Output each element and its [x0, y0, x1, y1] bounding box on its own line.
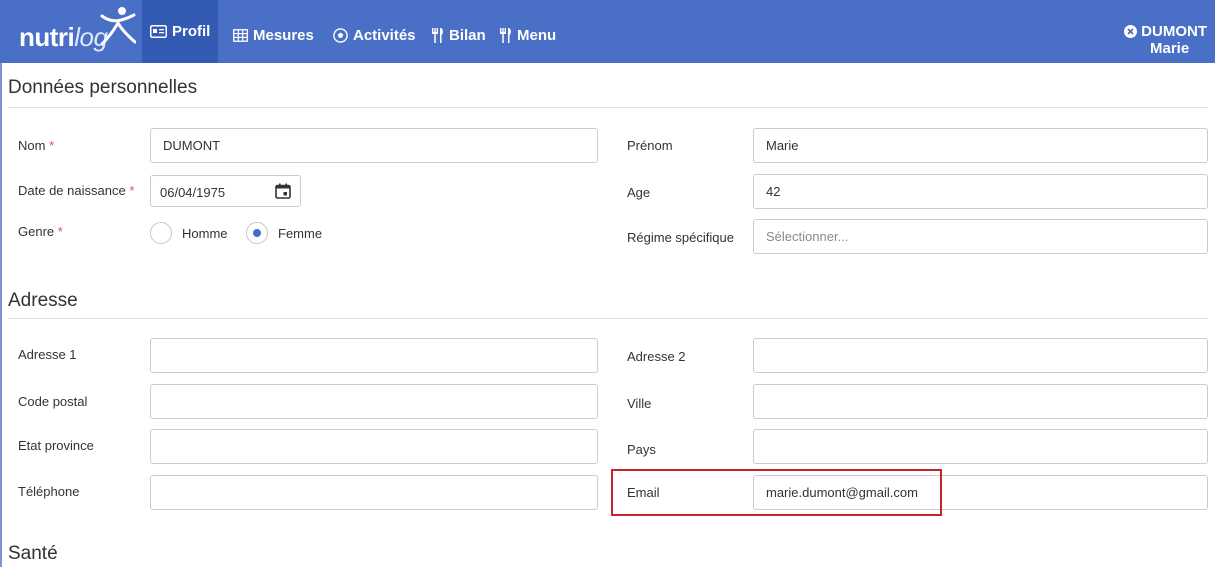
etat-province-label: Etat province [18, 438, 94, 453]
nom-label-text: Nom [18, 138, 46, 153]
user-last-name: DUMONT [1141, 23, 1207, 40]
nom-label: Nom * [18, 138, 54, 153]
required-mark: * [57, 224, 63, 239]
required-mark: * [129, 183, 135, 198]
age-input[interactable] [753, 174, 1208, 209]
section-divider [8, 318, 1208, 319]
date-naissance-value: 06/04/1975 [160, 185, 226, 200]
nav-tab-activites[interactable]: Activités [333, 25, 416, 45]
id-card-icon [150, 25, 167, 38]
nav-tab-menu[interactable]: Menu [499, 25, 556, 45]
code-postal-input[interactable] [150, 384, 598, 419]
radio-femme-circle[interactable] [246, 222, 268, 244]
top-navbar: nutrilog Profil Mesures Activités Bilan [0, 0, 1215, 63]
radio-homme-circle[interactable] [150, 222, 172, 244]
radio-homme-label: Homme [182, 225, 228, 241]
close-circle-icon[interactable] [1124, 25, 1138, 38]
ville-input[interactable] [753, 384, 1208, 419]
user-first-name: Marie [1150, 40, 1190, 57]
telephone-label: Téléphone [18, 484, 80, 499]
section-title-health: Santé [8, 543, 58, 564]
regime-select[interactable] [753, 219, 1208, 254]
cutlery-icon [431, 27, 444, 43]
nav-tab-label: Profil [172, 23, 211, 40]
nav-tab-label: Activités [353, 26, 416, 44]
genre-label: Genre * [18, 224, 63, 239]
nav-tab-label: Menu [517, 26, 557, 44]
nom-input[interactable] [150, 128, 598, 163]
prenom-label: Prénom [627, 138, 673, 153]
pays-input[interactable] [753, 429, 1208, 464]
section-title-address: Adresse [8, 290, 78, 311]
radio-homme[interactable]: Homme [150, 222, 228, 244]
radio-femme[interactable]: Femme [246, 222, 322, 244]
adresse2-input[interactable] [753, 338, 1208, 373]
etat-province-input[interactable] [150, 429, 598, 464]
cutlery-icon [499, 27, 512, 43]
section-divider [8, 107, 1208, 108]
logo-main-text: nutri [19, 22, 75, 52]
radio-femme-label: Femme [278, 225, 323, 241]
page-left-border [0, 63, 2, 567]
date-naissance-label-text: Date de naissance [18, 183, 126, 198]
required-mark: * [49, 138, 55, 153]
nav-tab-mesures[interactable]: Mesures [233, 25, 314, 45]
adresse1-input[interactable] [150, 338, 598, 373]
soccer-ball-icon [333, 27, 348, 43]
nav-tab-label: Mesures [253, 26, 314, 44]
nav-tab-bilan[interactable]: Bilan [431, 25, 486, 45]
email-highlight-box [611, 469, 942, 516]
user-menu[interactable]: DUMONT Marie [1117, 23, 1207, 57]
nav-tab-profil[interactable]: Profil [142, 0, 219, 63]
logo-text: nutrilog [19, 22, 108, 53]
prenom-input[interactable] [753, 128, 1208, 163]
ville-label: Ville [627, 396, 652, 411]
code-postal-label: Code postal [18, 394, 88, 409]
genre-label-text: Genre [18, 224, 55, 239]
adresse1-label: Adresse 1 [18, 347, 77, 362]
date-naissance-input[interactable]: 06/04/1975 [150, 175, 301, 207]
calendar-icon[interactable] [275, 183, 291, 204]
age-label: Age [627, 185, 651, 200]
adresse2-label: Adresse 2 [627, 349, 686, 364]
running-figure-icon [100, 7, 136, 46]
table-icon [233, 28, 248, 42]
nutrilog-logo[interactable]: nutrilog [12, 4, 136, 58]
regime-label: Régime spécifique [627, 230, 734, 245]
pays-label: Pays [627, 442, 656, 457]
nav-tab-label: Bilan [449, 26, 486, 44]
telephone-input[interactable] [150, 475, 598, 510]
date-naissance-label: Date de naissance * [18, 183, 134, 198]
section-title-personal: Données personnelles [8, 77, 198, 98]
